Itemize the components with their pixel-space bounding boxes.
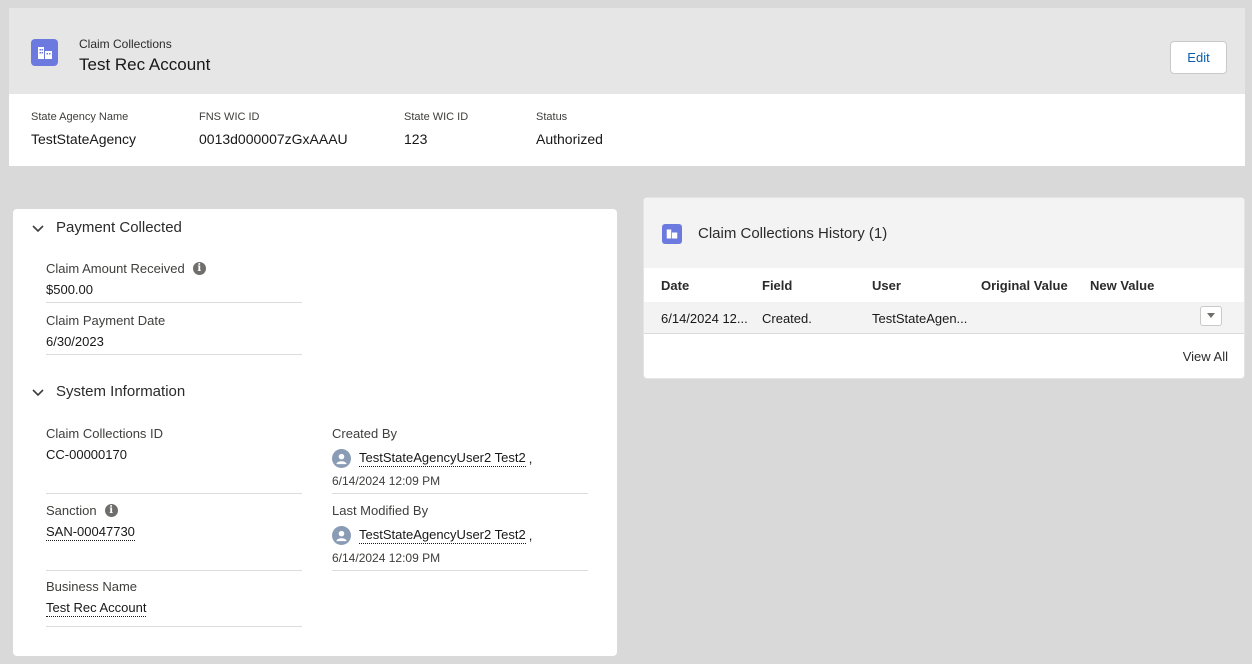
highlight-label: State Agency Name <box>31 111 129 123</box>
sanction-link[interactable]: SAN-00047730 <box>46 524 135 541</box>
modified-by-user-link[interactable]: TestStateAgencyUser2 Test2 <box>359 527 526 544</box>
highlight-label: State WIC ID <box>404 111 469 123</box>
section-title: Payment Collected <box>56 219 182 236</box>
field-business-name: Business Name Test Rec Account <box>46 579 302 627</box>
highlight-value: 0013d000007zGxAAAU <box>199 131 348 147</box>
object-label: Claim Collections <box>79 37 172 51</box>
view-all-link[interactable]: View All <box>1183 349 1228 364</box>
highlight-value: Authorized <box>536 131 603 147</box>
divider <box>644 333 1244 334</box>
cell-date: 6/14/2024 12... <box>661 311 748 326</box>
building-icon <box>31 39 58 66</box>
field-label: Business Name <box>46 579 138 594</box>
modified-date: 6/14/2024 12:09 PM <box>332 551 441 565</box>
building-icon <box>662 224 682 244</box>
user-separator: , <box>528 451 533 466</box>
record-detail-card: Payment Collected Claim Amount Received i… <box>13 209 617 656</box>
column-header-date[interactable]: Date <box>661 278 689 293</box>
edit-button[interactable]: Edit <box>1170 41 1227 74</box>
info-icon[interactable]: i <box>192 262 206 275</box>
field-claim-amount: Claim Amount Received i $500.00 <box>46 261 302 303</box>
field-created-by: Created By TestStateAgencyUser2 Test2, 6… <box>332 426 588 494</box>
section-title: System Information <box>56 383 186 400</box>
highlight-state-wic-id: State WIC ID 123 <box>404 111 468 147</box>
divider <box>332 493 588 494</box>
highlight-state-agency: State Agency Name TestStateAgency <box>31 111 136 147</box>
created-by-user-link[interactable]: TestStateAgencyUser2 Test2 <box>359 450 526 467</box>
user-separator: , <box>528 528 533 543</box>
column-header-field[interactable]: Field <box>762 278 792 293</box>
divider <box>46 626 302 627</box>
highlight-label: Status <box>536 111 568 123</box>
highlight-fns-wic-id: FNS WIC ID 0013d000007zGxAAAU <box>199 111 348 147</box>
field-sanction: Sanction i SAN-00047730 <box>46 503 302 571</box>
divider <box>46 302 302 303</box>
field-value: 6/30/2023 <box>46 334 104 349</box>
highlights-panel: State Agency Name TestStateAgency FNS WI… <box>9 94 1245 166</box>
related-list-title[interactable]: Claim Collections History (1) <box>698 225 887 242</box>
user-avatar <box>332 449 351 468</box>
field-label: Created By <box>332 426 398 441</box>
chevron-down-icon <box>32 388 44 396</box>
field-label: Sanction <box>46 503 97 518</box>
record-header: Claim Collections Test Rec Account Edit <box>9 8 1245 94</box>
cell-field: Created. <box>762 311 812 326</box>
column-header-new-value[interactable]: New Value <box>1090 278 1154 293</box>
divider <box>46 570 302 571</box>
highlight-value: 123 <box>404 131 428 147</box>
field-label: Last Modified By <box>332 503 429 518</box>
section-payment-collected[interactable]: Payment Collected <box>31 219 182 236</box>
field-claim-payment-date: Claim Payment Date 6/30/2023 <box>46 313 302 355</box>
field-value: $500.00 <box>46 282 93 297</box>
divider <box>46 354 302 355</box>
divider <box>46 493 302 494</box>
column-header-user[interactable]: User <box>872 278 901 293</box>
section-system-information[interactable]: System Information <box>31 383 185 400</box>
highlight-value: TestStateAgency <box>31 131 137 147</box>
page-title: Test Rec Account <box>79 55 211 74</box>
field-value: CC-00000170 <box>46 447 127 462</box>
row-actions-button[interactable] <box>1200 306 1222 326</box>
highlight-status: Status Authorized <box>536 111 603 147</box>
field-claim-collections-id: Claim Collections ID CC-00000170 <box>46 426 302 494</box>
field-last-modified-by: Last Modified By TestStateAgencyUser2 Te… <box>332 503 588 571</box>
divider <box>332 570 588 571</box>
field-label: Claim Payment Date <box>46 313 166 328</box>
field-label: Claim Amount Received <box>46 261 185 276</box>
created-date: 6/14/2024 12:09 PM <box>332 474 441 488</box>
chevron-down-icon <box>1207 313 1215 318</box>
history-related-list: Claim Collections History (1) Date Field… <box>643 197 1245 379</box>
info-icon[interactable]: i <box>104 504 118 517</box>
user-avatar <box>332 526 351 545</box>
highlight-label: FNS WIC ID <box>199 111 260 123</box>
chevron-down-icon <box>32 224 44 232</box>
cell-user: TestStateAgen... <box>872 311 968 326</box>
business-name-link[interactable]: Test Rec Account <box>46 600 147 617</box>
field-label: Claim Collections ID <box>46 426 164 441</box>
column-header-original-value[interactable]: Original Value <box>981 278 1068 293</box>
